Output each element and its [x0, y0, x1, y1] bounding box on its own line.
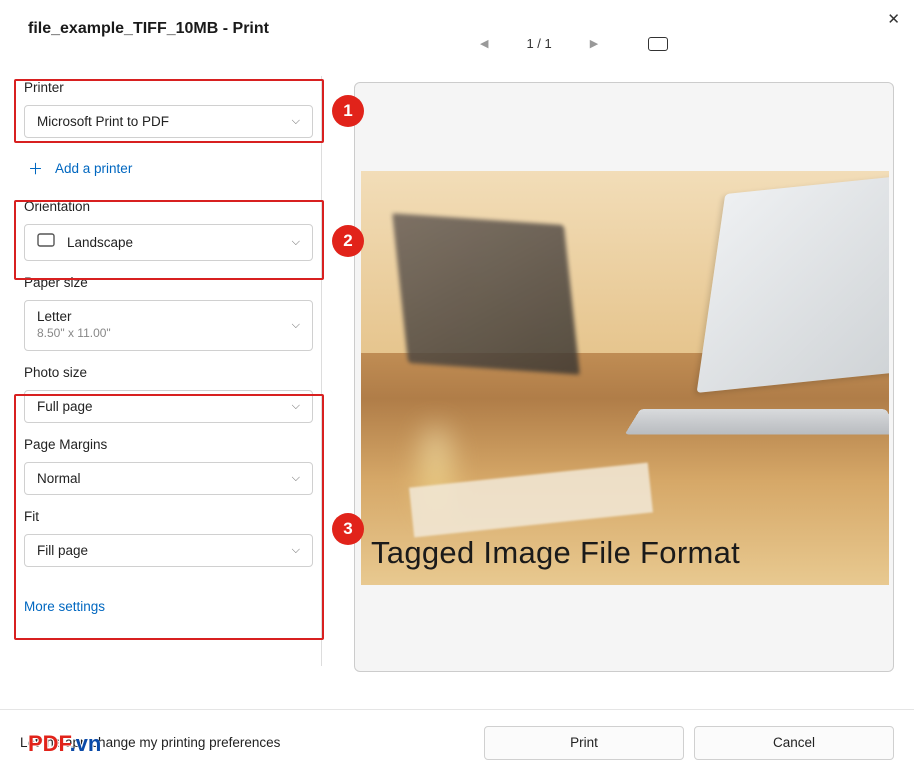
chevron-down-icon: ⌵	[292, 236, 300, 249]
orientation-value: Landscape	[67, 235, 292, 250]
printer-label: Printer	[24, 80, 313, 95]
add-printer-label: Add a printer	[55, 161, 132, 176]
orientation-label: Orientation	[24, 199, 313, 214]
page-margins-value: Normal	[37, 471, 292, 486]
printer-value: Microsoft Print to PDF	[37, 114, 292, 129]
dialog-title: file_example_TIFF_10MB - Print	[28, 20, 269, 38]
fit-value: Fill page	[37, 543, 292, 558]
callout-badge-3: 3	[332, 513, 364, 545]
fit-dropdown[interactable]: Fill page ⌵	[24, 534, 313, 567]
callout-badge-2: 2	[332, 225, 364, 257]
fit-label: Fit	[24, 509, 313, 524]
chevron-down-icon: ⌵	[292, 544, 300, 557]
print-sidebar: Printer Microsoft Print to PDF ⌵ ＋ Add a…	[0, 76, 322, 666]
photo-size-dropdown[interactable]: Full page ⌵	[24, 390, 313, 423]
print-button[interactable]: Print	[484, 726, 684, 760]
chevron-down-icon: ⌵	[292, 400, 300, 413]
add-printer-link[interactable]: ＋ Add a printer	[24, 152, 313, 185]
chevron-down-icon: ⌵	[292, 472, 300, 485]
paper-size-sub: 8.50" x 11.00"	[37, 326, 111, 340]
more-settings-link[interactable]: More settings	[24, 599, 105, 614]
print-preview: Tagged Image File Format	[354, 82, 894, 672]
paper-size-label: Paper size	[24, 275, 313, 290]
preview-image: Tagged Image File Format	[361, 171, 889, 585]
landscape-icon	[37, 233, 55, 252]
chevron-down-icon: ⌵	[292, 319, 300, 332]
printer-dropdown[interactable]: Microsoft Print to PDF ⌵	[24, 105, 313, 138]
preferences-text[interactable]: Let the app change my printing preferenc…	[20, 735, 280, 750]
orientation-dropdown[interactable]: Landscape ⌵	[24, 224, 313, 261]
fit-screen-icon[interactable]	[648, 37, 668, 51]
chevron-down-icon: ⌵	[292, 115, 300, 128]
preview-caption: Tagged Image File Format	[371, 535, 740, 571]
prev-page-icon[interactable]: ◀	[480, 37, 488, 50]
photo-size-value: Full page	[37, 399, 292, 414]
close-icon[interactable]: ✕	[887, 10, 900, 28]
next-page-icon[interactable]: ▶	[590, 37, 598, 50]
paper-size-value: Letter	[37, 309, 292, 324]
page-margins-dropdown[interactable]: Normal ⌵	[24, 462, 313, 495]
page-margins-label: Page Margins	[24, 437, 313, 452]
photo-size-label: Photo size	[24, 365, 313, 380]
cancel-button[interactable]: Cancel	[694, 726, 894, 760]
paper-size-dropdown[interactable]: Letter 8.50" x 11.00" ⌵	[24, 300, 313, 351]
plus-icon: ＋	[28, 158, 43, 179]
callout-badge-1: 1	[332, 95, 364, 127]
page-indicator: 1 / 1	[526, 36, 551, 51]
